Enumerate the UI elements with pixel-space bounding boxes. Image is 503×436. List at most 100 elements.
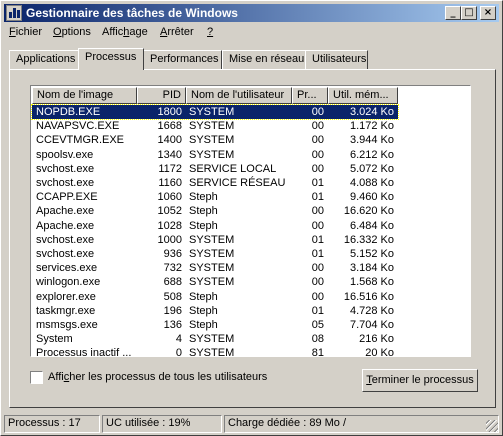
window-title: Gestionnaire des tâches de Windows <box>26 6 238 20</box>
pid-cell: 688 <box>163 276 182 289</box>
menu-help[interactable]: ? <box>207 26 213 38</box>
task-manager-window: Gestionnaire des tâches de Windows _ □ ×… <box>0 0 503 436</box>
column-header-cpu[interactable]: Pr... <box>292 87 328 104</box>
image-name-cell: services.exe <box>36 262 98 275</box>
user-name-cell: SYSTEM <box>189 347 235 357</box>
user-name-cell: SYSTEM <box>189 333 235 346</box>
pid-cell: 196 <box>163 304 182 317</box>
mem-usage-cell: 16.516 Ko <box>343 290 394 303</box>
process-row[interactable]: NOPDB.EXE 1800 SYSTEM 00 3.024 Ko <box>31 104 399 120</box>
cpu-cell: 01 <box>311 233 324 246</box>
cpu-cell: 00 <box>311 262 324 275</box>
mem-usage-cell: 16.332 Ko <box>343 233 394 246</box>
end-process-button[interactable]: Terminer le processus <box>362 369 478 392</box>
task-manager-icon[interactable] <box>6 5 22 21</box>
process-row[interactable]: CCAPP.EXE 1060 Steph 01 9.460 Ko <box>32 190 398 204</box>
cpu-cell: 00 <box>311 290 324 303</box>
mem-usage-cell: 6.212 Ko <box>349 148 394 161</box>
mem-usage-cell: 216 Ko <box>359 333 394 346</box>
process-row[interactable]: msmsgs.exe 136 Steph 05 7.704 Ko <box>32 318 398 332</box>
mem-usage-cell: 1.568 Ko <box>349 276 394 289</box>
image-name-cell: svchost.exe <box>36 233 95 246</box>
column-header-mem-usage[interactable]: Util. mém... <box>328 87 398 104</box>
menu-arreter[interactable]: Arrêter <box>160 26 194 38</box>
title-bar[interactable]: Gestionnaire des tâches de Windows _ □ × <box>4 4 499 22</box>
user-name-cell: SYSTEM <box>189 233 235 246</box>
show-all-processes-checkbox[interactable] <box>30 371 43 384</box>
process-row[interactable]: Apache.exe 1052 Steph 00 16.620 Ko <box>32 204 398 218</box>
process-row[interactable]: svchost.exe 1160 SERVICE RÉSEAU 01 4.088 Ko <box>32 176 398 190</box>
image-name-cell: NOPDB.EXE <box>36 106 101 118</box>
mem-usage-cell: 16.620 Ko <box>343 205 394 218</box>
user-name-cell: SERVICE RÉSEAU <box>189 177 286 189</box>
pid-cell: 1340 <box>157 148 182 161</box>
pid-cell: 1000 <box>157 233 182 246</box>
user-name-cell: Steph <box>189 191 218 204</box>
menu-fichier[interactable]: Fichier <box>9 26 42 38</box>
image-name-cell: NAVAPSVC.EXE <box>36 120 120 133</box>
close-button[interactable]: × <box>480 6 496 20</box>
user-name-cell: SYSTEM <box>189 248 235 260</box>
mem-usage-cell: 9.460 Ko <box>349 191 394 204</box>
maximize-button[interactable]: □ <box>461 6 477 20</box>
tab-applications[interactable]: Applications <box>9 50 79 69</box>
tab-mise-en-reseau[interactable]: Mise en réseau <box>222 50 306 69</box>
mem-usage-cell: 5.072 Ko <box>349 162 394 175</box>
mem-usage-cell: 5.152 Ko <box>349 248 394 260</box>
column-header-image-name[interactable]: Nom de l'image <box>32 87 137 104</box>
user-name-cell: Steph <box>189 304 218 317</box>
image-name-cell: msmsgs.exe <box>36 319 98 331</box>
user-name-cell: SERVICE LOCAL <box>189 162 277 175</box>
pid-cell: 732 <box>163 262 182 275</box>
cpu-cell: 00 <box>311 148 324 161</box>
cpu-cell: 01 <box>311 248 324 260</box>
process-row[interactable]: svchost.exe 1172 SERVICE LOCAL 00 5.072 Ko <box>32 162 398 176</box>
mem-usage-cell: 6.484 Ko <box>349 219 394 232</box>
pid-cell: 1668 <box>157 120 182 133</box>
user-name-cell: Steph <box>189 319 218 331</box>
user-name-cell: SYSTEM <box>189 106 235 118</box>
cpu-cell: 00 <box>311 219 324 232</box>
process-row[interactable]: Apache.exe 1028 Steph 00 6.484 Ko <box>32 219 398 233</box>
image-name-cell: CCAPP.EXE <box>36 191 98 204</box>
process-row[interactable]: spoolsv.exe 1340 SYSTEM 00 6.212 Ko <box>32 148 398 162</box>
cpu-cell: 00 <box>311 120 324 133</box>
resize-grip[interactable] <box>486 420 498 432</box>
cpu-cell: 01 <box>311 304 324 317</box>
process-row[interactable]: svchost.exe 936 SYSTEM 01 5.152 Ko <box>32 247 398 261</box>
process-row[interactable]: winlogon.exe 688 SYSTEM 00 1.568 Ko <box>32 275 398 289</box>
pid-cell: 1060 <box>157 191 182 204</box>
process-row[interactable]: taskmgr.exe 196 Steph 01 4.728 Ko <box>32 304 398 318</box>
status-process-count: Processus : 17 <box>4 415 100 433</box>
user-name-cell: Steph <box>189 219 218 232</box>
minimize-button[interactable]: _ <box>445 6 461 20</box>
status-cpu-usage: UC utilisée : 19% <box>102 415 222 433</box>
tab-processus[interactable]: Processus <box>78 48 144 70</box>
cpu-cell: 08 <box>311 333 324 346</box>
process-row[interactable]: NAVAPSVC.EXE 1668 SYSTEM 00 1.172 Ko <box>32 119 398 133</box>
pid-cell: 4 <box>175 333 182 346</box>
process-row[interactable]: System 4 SYSTEM 08 216 Ko <box>32 332 398 346</box>
column-header-user-name[interactable]: Nom de l'utilisateur <box>186 87 292 104</box>
tab-utilisateurs[interactable]: Utilisateurs <box>305 50 368 69</box>
process-row[interactable]: explorer.exe 508 Steph 00 16.516 Ko <box>32 290 398 304</box>
image-name-cell: taskmgr.exe <box>36 304 96 317</box>
tab-performances[interactable]: Performances <box>143 50 222 69</box>
cpu-cell: 81 <box>311 347 324 357</box>
process-row[interactable]: services.exe 732 SYSTEM 00 3.184 Ko <box>32 261 398 275</box>
column-header-pid[interactable]: PID <box>137 87 186 104</box>
menu-affichage[interactable]: Affichage <box>102 26 148 38</box>
menu-options[interactable]: Options <box>53 26 91 38</box>
pid-cell: 1400 <box>157 134 182 147</box>
image-name-cell: svchost.exe <box>36 162 95 175</box>
user-name-cell: SYSTEM <box>189 120 235 133</box>
image-name-cell: Apache.exe <box>36 219 95 232</box>
process-list[interactable]: Nom de l'image PID Nom de l'utilisateur … <box>30 85 471 357</box>
status-bar: Processus : 17 UC utilisée : 19% Charge … <box>4 415 499 433</box>
process-row[interactable]: Processus inactif ... 0 SYSTEM 81 20 Ko <box>32 346 398 357</box>
image-name-cell: Apache.exe <box>36 205 95 218</box>
cpu-cell: 00 <box>311 134 324 147</box>
process-row[interactable]: svchost.exe 1000 SYSTEM 01 16.332 Ko <box>32 233 398 247</box>
process-row[interactable]: CCEVTMGR.EXE 1400 SYSTEM 00 3.944 Ko <box>32 133 398 147</box>
show-all-processes-label: Afficher les processus de tous les utili… <box>48 371 268 383</box>
